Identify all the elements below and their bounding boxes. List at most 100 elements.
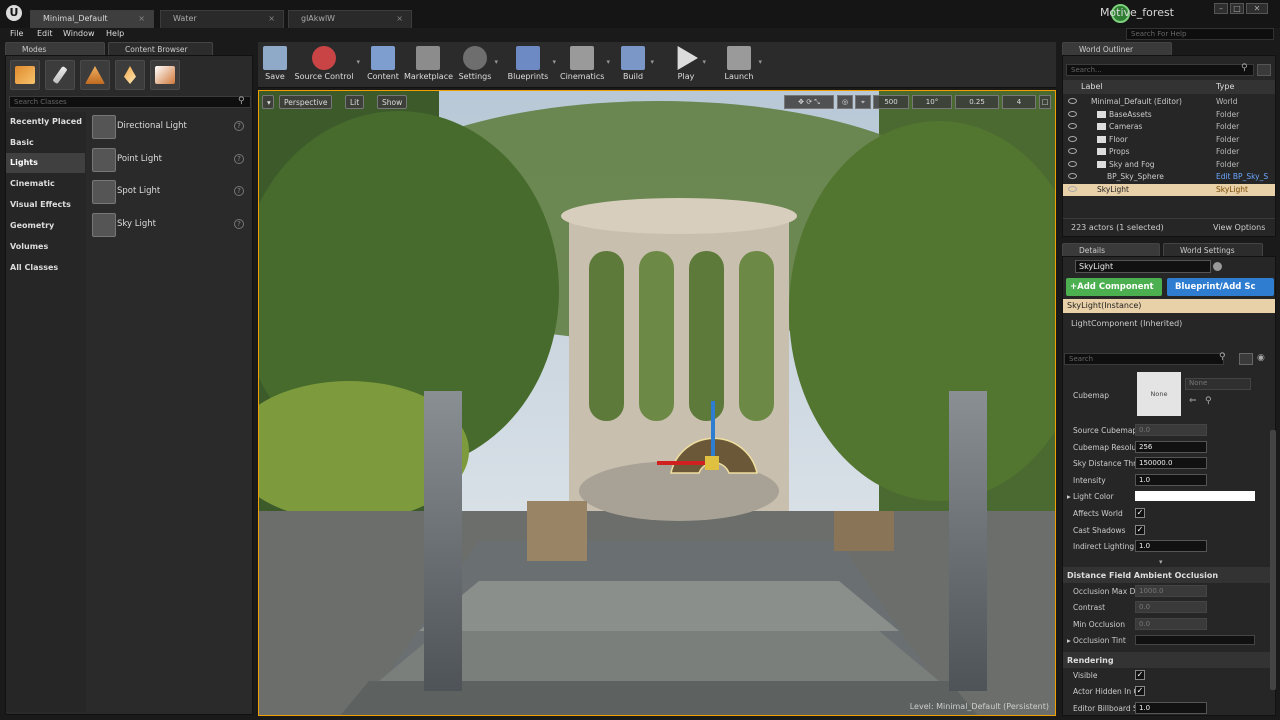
prop-value[interactable]: 150000.0: [1135, 457, 1207, 469]
blueprint-add-script-button[interactable]: Blueprint/Add Sc: [1167, 278, 1274, 296]
prop-value[interactable]: 1.0: [1135, 702, 1207, 714]
expand-icon[interactable]: ▸: [1067, 636, 1071, 645]
prop-value[interactable]: 1.0: [1135, 540, 1207, 552]
search-help-input[interactable]: Search For Help: [1126, 28, 1274, 40]
eye-icon[interactable]: [1068, 185, 1077, 192]
show-flags-button[interactable]: Show: [377, 95, 408, 109]
prop-value[interactable]: 1.0: [1135, 474, 1207, 486]
prop-affects-world[interactable]: Affects World ✓: [1063, 505, 1269, 522]
item-directional-light[interactable]: Directional Light?: [88, 113, 250, 143]
help-icon[interactable]: ?: [234, 121, 244, 131]
expand-icon[interactable]: ▸: [1067, 492, 1071, 501]
category-cinematic[interactable]: Cinematic: [6, 174, 85, 194]
surface-snap-icon[interactable]: ⌖: [855, 95, 871, 109]
build-button[interactable]: Build ▾: [618, 44, 654, 86]
menu-file[interactable]: File: [10, 29, 23, 38]
outliner-row-floor[interactable]: Floor Folder: [1063, 134, 1275, 147]
prop-cubemap-resolution[interactable]: Cubemap Resolut 256: [1063, 439, 1269, 456]
rotation-snap-value[interactable]: 10°: [912, 95, 952, 109]
prop-occlusion-max-distance[interactable]: Occlusion Max Di 1000.0: [1063, 583, 1269, 600]
close-icon[interactable]: ×: [268, 14, 275, 23]
affects-world-checkbox[interactable]: ✓: [1135, 508, 1145, 518]
section-rendering[interactable]: Rendering: [1063, 652, 1275, 668]
column-type-header[interactable]: Type: [1216, 82, 1234, 91]
actor-name-field[interactable]: SkyLight: [1075, 260, 1211, 273]
paint-mode-button[interactable]: [45, 60, 75, 90]
foliage-mode-button[interactable]: [115, 60, 145, 90]
eye-icon[interactable]: [1068, 135, 1077, 142]
add-component-button[interactable]: +Add Component: [1066, 278, 1162, 296]
category-lights[interactable]: Lights: [6, 153, 85, 173]
item-point-light[interactable]: Point Light?: [88, 146, 250, 176]
advanced-expand-icon[interactable]: ▾: [1159, 558, 1163, 566]
viewport-options-button[interactable]: ▾: [262, 95, 274, 109]
menu-edit[interactable]: Edit: [37, 29, 53, 38]
browse-icon[interactable]: ⚲: [1205, 396, 1212, 406]
prop-min-occlusion[interactable]: Min Occlusion 0.0: [1063, 616, 1269, 633]
occlusion-tint-swatch[interactable]: [1135, 635, 1255, 645]
outliner-row-baseassets[interactable]: BaseAssets Folder: [1063, 109, 1275, 122]
prop-indirect-lighting[interactable]: Indirect Lighting I 1.0: [1063, 538, 1269, 555]
prop-occlusion-tint[interactable]: ▸ Occlusion Tint: [1063, 632, 1269, 649]
close-icon[interactable]: ×: [396, 14, 403, 23]
camera-speed-value[interactable]: 4: [1002, 95, 1036, 109]
level-viewport[interactable]: ▾ Perspective Lit Show ✥ ⟳ ⤡ ◎ ⌖ 500 10°…: [258, 90, 1056, 716]
eye-icon[interactable]: ◉: [1257, 353, 1271, 365]
help-icon[interactable]: ?: [234, 154, 244, 164]
cubemap-asset-dropdown[interactable]: None: [1185, 378, 1251, 390]
outliner-row-world[interactable]: Minimal_Default (Editor) World: [1063, 96, 1275, 109]
lock-icon[interactable]: [1213, 262, 1222, 271]
eye-icon[interactable]: [1068, 148, 1077, 154]
column-label-header[interactable]: Label: [1081, 82, 1103, 91]
item-sky-light[interactable]: Sky Light?: [88, 211, 250, 241]
content-button[interactable]: Content: [366, 44, 400, 86]
prop-light-color[interactable]: ▸ Light Color: [1063, 488, 1269, 505]
property-matrix-icon[interactable]: [1239, 353, 1253, 365]
visible-checkbox[interactable]: ✓: [1135, 670, 1145, 680]
prop-cast-shadows[interactable]: Cast Shadows ✓: [1063, 522, 1269, 539]
play-button[interactable]: Play ▾: [672, 44, 706, 86]
outliner-row-skylight[interactable]: SkyLight SkyLight: [1063, 183, 1275, 196]
save-button[interactable]: Save: [260, 44, 290, 86]
place-mode-button[interactable]: [10, 60, 40, 90]
prop-source-cubemap[interactable]: Source Cubemap 0.0: [1063, 422, 1269, 439]
view-options-button[interactable]: View Options: [1213, 223, 1265, 232]
light-color-swatch[interactable]: [1135, 491, 1255, 501]
prop-value[interactable]: 0.0: [1135, 601, 1207, 613]
maximize-viewport-icon[interactable]: □: [1039, 95, 1051, 109]
settings-button[interactable]: Settings ▾: [458, 44, 498, 86]
category-visual-effects[interactable]: Visual Effects: [6, 195, 85, 215]
eye-icon[interactable]: [1068, 110, 1077, 117]
close-window-button[interactable]: ✕: [1246, 3, 1268, 14]
tab-minimal-default[interactable]: Minimal_Default ×: [30, 10, 154, 28]
prop-sky-distance-threshold[interactable]: Sky Distance Thr 150000.0: [1063, 455, 1269, 472]
prop-editor-billboard-scale[interactable]: Editor Billboard Sc 1.0: [1063, 700, 1269, 717]
use-selected-arrow-icon[interactable]: ⇐: [1189, 396, 1197, 406]
help-icon[interactable]: ?: [234, 219, 244, 229]
transform-tools-group[interactable]: ✥ ⟳ ⤡: [784, 95, 834, 109]
category-basic[interactable]: Basic: [6, 133, 85, 153]
maximize-button[interactable]: □: [1230, 3, 1244, 14]
details-scrollbar[interactable]: [1270, 430, 1276, 690]
cinematics-button[interactable]: Cinematics ▾: [560, 44, 610, 86]
category-volumes[interactable]: Volumes: [6, 237, 85, 257]
actor-hidden-checkbox[interactable]: ✓: [1135, 686, 1145, 696]
section-distance-field-ao[interactable]: Distance Field Ambient Occlusion: [1063, 567, 1275, 583]
outliner-row-sky-and-fog[interactable]: Sky and Fog Folder: [1063, 159, 1275, 172]
item-spot-light[interactable]: Spot Light?: [88, 178, 250, 208]
cast-shadows-checkbox[interactable]: ✓: [1135, 525, 1145, 535]
source-control-button[interactable]: Source Control ▾: [294, 44, 360, 86]
blueprints-button[interactable]: Blueprints ▾: [506, 44, 556, 86]
eye-icon[interactable]: [1068, 98, 1077, 104]
prop-visible[interactable]: Visible ✓: [1063, 667, 1269, 684]
tab-details[interactable]: Details: [1062, 243, 1160, 256]
minimize-button[interactable]: –: [1214, 3, 1228, 14]
outliner-settings-icon[interactable]: [1257, 64, 1271, 76]
category-geometry[interactable]: Geometry: [6, 216, 85, 236]
grid-snap-value[interactable]: 500: [873, 95, 909, 109]
eye-icon[interactable]: [1068, 160, 1077, 167]
cubemap-thumbnail[interactable]: None: [1137, 372, 1181, 416]
prop-intensity[interactable]: Intensity 1.0: [1063, 472, 1269, 489]
tab-content-browser[interactable]: Content Browser: [108, 42, 213, 55]
menu-window[interactable]: Window: [63, 29, 95, 38]
